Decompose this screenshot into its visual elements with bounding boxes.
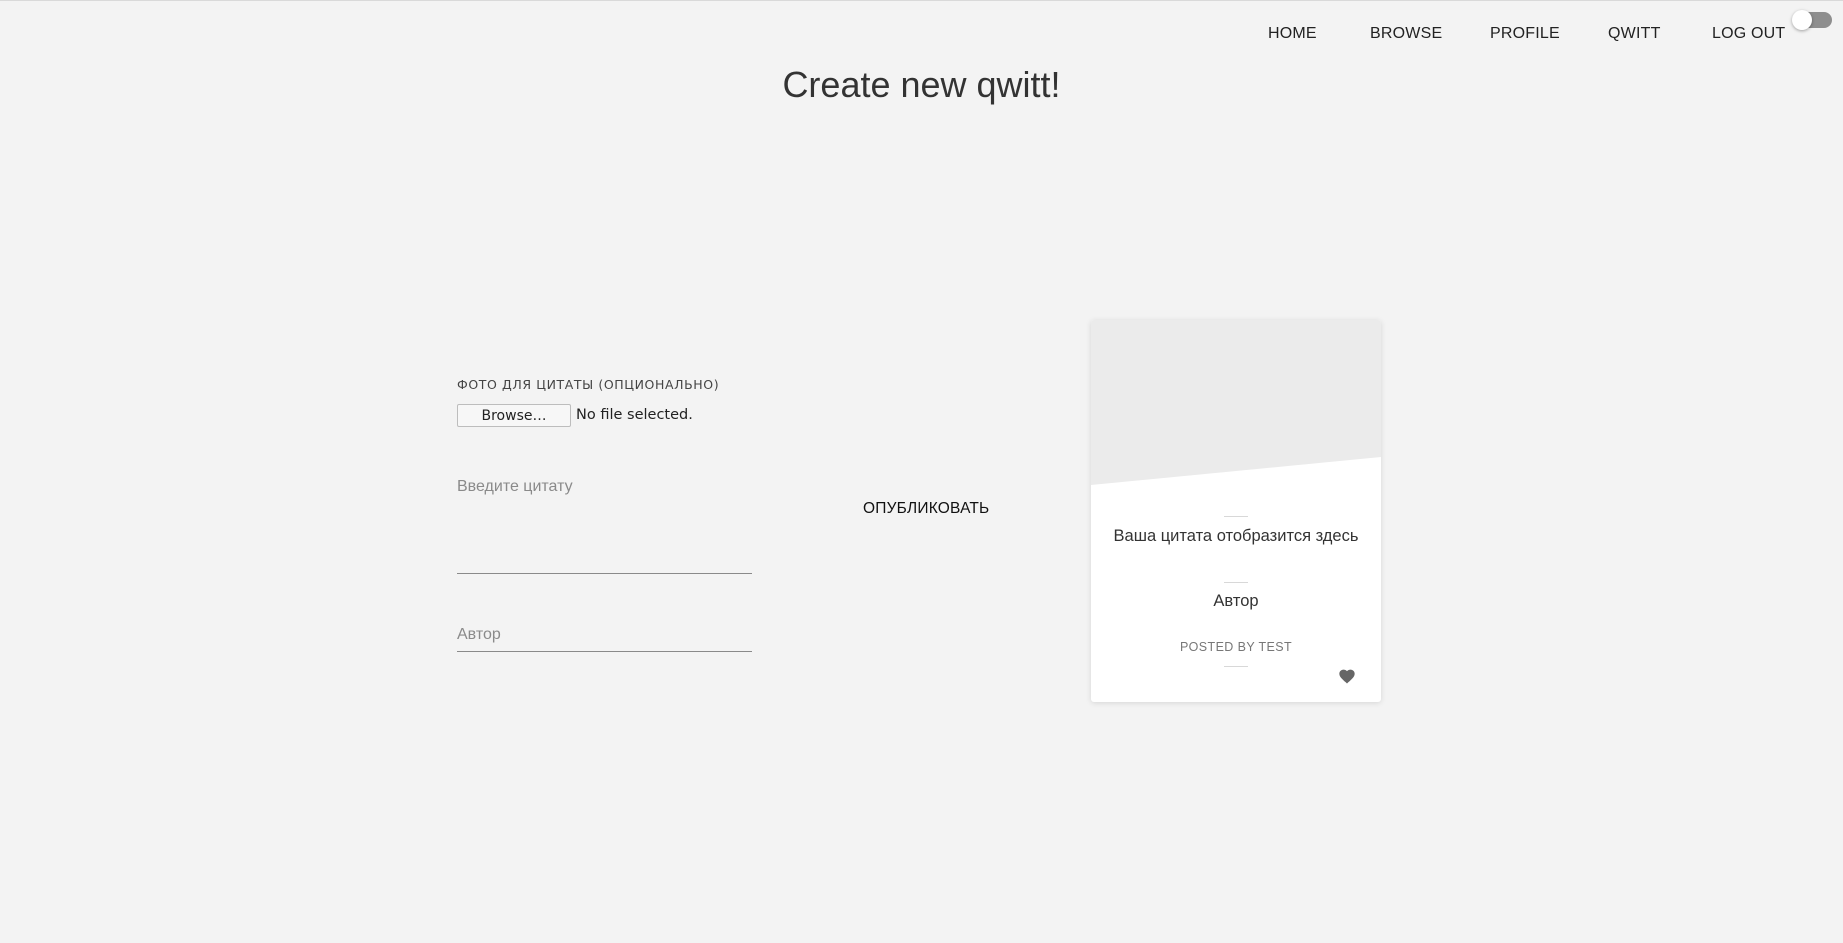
author-input[interactable]: Автор: [457, 622, 752, 652]
quote-textarea[interactable]: Введите цитату: [457, 475, 752, 574]
posted-by: POSTED BY TEST: [1179, 640, 1293, 654]
nav-qwitt-link[interactable]: QWITT: [1608, 25, 1661, 43]
nav-profile-link[interactable]: PROFILE: [1490, 25, 1560, 43]
card-divider-top: [1224, 516, 1248, 517]
photo-label: ФОТО ДЛЯ ЦИТАТЫ (ОПЦИОНАЛЬНО): [457, 377, 720, 392]
preview-quote: Ваша цитата отобразится здесь: [1113, 527, 1359, 545]
toggle-knob: [1792, 10, 1812, 30]
author-placeholder: Автор: [457, 626, 501, 643]
heart-icon[interactable]: [1339, 669, 1355, 684]
quote-placeholder: Введите цитату: [457, 478, 573, 495]
browse-button[interactable]: Browse…: [457, 404, 571, 427]
theme-toggle[interactable]: [1792, 10, 1832, 30]
card-divider-middle: [1224, 582, 1248, 583]
preview-card: Ваша цитата отобразится здесь Автор POST…: [1091, 320, 1381, 702]
preview-author: Автор: [1213, 592, 1259, 610]
top-border: [0, 0, 1843, 1]
nav-logout-link[interactable]: LOG OUT: [1712, 25, 1785, 43]
publish-button[interactable]: ОПУБЛИКОВАТЬ: [863, 500, 989, 518]
page-title: Create new qwitt!: [782, 64, 1061, 105]
card-divider-bottom: [1224, 666, 1248, 667]
image-placeholder: [1091, 320, 1381, 485]
nav-browse-link[interactable]: BROWSE: [1370, 25, 1442, 43]
nav-home-link[interactable]: HOME: [1268, 25, 1317, 43]
file-status: No file selected.: [576, 407, 693, 423]
